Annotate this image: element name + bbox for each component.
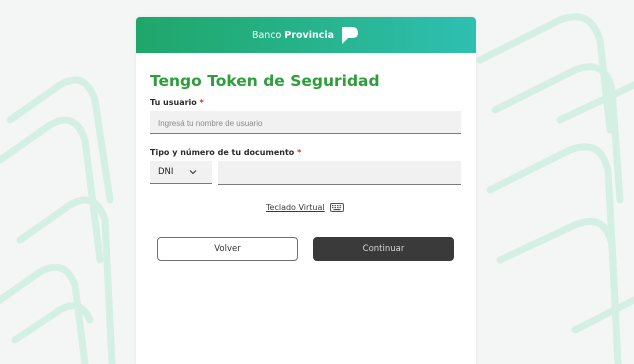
keyboard-icon <box>329 203 344 212</box>
brand-bold: Provincia <box>284 29 335 41</box>
back-button-label: Volver <box>214 244 241 254</box>
document-number-input[interactable] <box>218 161 461 185</box>
page-title: Tengo Token de Seguridad <box>150 72 380 90</box>
continue-button-label: Continuar <box>362 244 405 254</box>
user-label-text: Tu usuario <box>150 98 197 107</box>
virtual-keyboard-label: Teclado Virtual <box>266 203 325 212</box>
username-field[interactable] <box>150 111 461 135</box>
virtual-keyboard-link[interactable]: Teclado Virtual <box>266 203 344 212</box>
required-mark: * <box>199 98 204 107</box>
document-label-text: Tipo y número de tu documento <box>150 148 295 157</box>
back-button[interactable]: Volver <box>157 237 298 261</box>
username-input[interactable] <box>150 112 461 135</box>
document-type-value: DNI <box>158 167 174 177</box>
banco-provincia-logo-icon <box>342 27 359 44</box>
document-label: Tipo y número de tu documento * <box>150 148 301 157</box>
continue-button[interactable]: Continuar <box>313 237 454 261</box>
document-number-field[interactable] <box>218 161 461 185</box>
brand-prefix: Banco <box>251 29 282 41</box>
login-card: Banco Provincia Tengo Token de Seguridad… <box>136 17 476 364</box>
chevron-down-icon <box>190 170 197 175</box>
card-header: Banco Provincia <box>136 17 476 53</box>
brand-name: Banco Provincia <box>252 30 334 41</box>
required-mark: * <box>297 148 302 157</box>
user-label: Tu usuario * <box>150 98 204 107</box>
document-type-select[interactable]: DNI <box>150 161 212 184</box>
